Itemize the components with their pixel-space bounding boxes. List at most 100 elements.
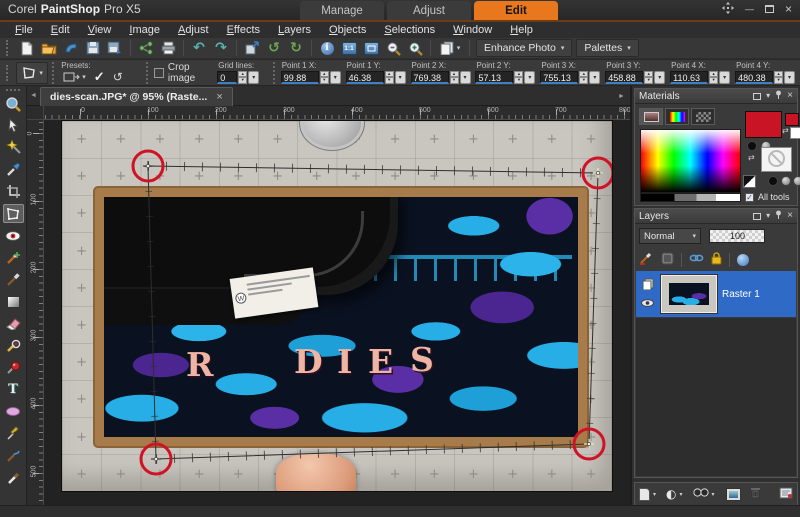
color-picker-gradient[interactable]: [640, 129, 741, 193]
grid-lines-input[interactable]: 0: [217, 71, 237, 84]
palettes-button[interactable]: Palettes▾: [576, 39, 638, 57]
panel-close-icon[interactable]: ×: [787, 91, 793, 101]
layers-header[interactable]: Layers ▾ ×: [635, 209, 797, 224]
rotate-right-icon[interactable]: ↻: [285, 39, 307, 57]
pan-zoom-tool[interactable]: [3, 94, 24, 113]
presets-dropdown[interactable]: ▾: [60, 71, 89, 83]
flood-fill-tool[interactable]: [3, 292, 24, 311]
pen-tool[interactable]: [3, 424, 24, 443]
panel-menu-icon[interactable]: ▾: [766, 212, 770, 220]
grid-lines-slider-button[interactable]: ▾: [248, 71, 259, 84]
rotate-left-icon[interactable]: ↺: [263, 39, 285, 57]
perspective-correction-tool[interactable]: [3, 204, 24, 223]
background-material-swatch[interactable]: [761, 147, 792, 172]
maximize-button[interactable]: [765, 5, 774, 13]
picture-tube-tool[interactable]: [3, 358, 24, 377]
fit-window-icon[interactable]: [360, 39, 382, 57]
foreground-material-swatch[interactable]: [745, 111, 782, 138]
point2y-input[interactable]: 57.13: [475, 71, 513, 84]
point3y-input[interactable]: 458.88: [605, 71, 643, 84]
print-icon[interactable]: [157, 39, 179, 57]
tab-adjust[interactable]: Adjust: [387, 1, 471, 20]
background-color-chip[interactable]: [790, 127, 800, 139]
edit-script-icon[interactable]: [779, 487, 793, 502]
redo-icon[interactable]: ↷: [210, 39, 232, 57]
toolbar-grip[interactable]: [6, 40, 12, 56]
canvas-viewport[interactable]: ++++++++++++++++++++++++++++++++++++++++…: [44, 120, 630, 505]
image-info-icon[interactable]: i: [316, 39, 338, 57]
menu-window[interactable]: Window: [444, 24, 501, 37]
panel-frame-icon[interactable]: [753, 93, 761, 100]
layer-effects-icon[interactable]: [737, 254, 749, 266]
materials-header[interactable]: Materials ▾ ×: [635, 89, 797, 104]
photo-canvas[interactable]: ++++++++++++++++++++++++++++++++++++++++…: [62, 121, 612, 491]
menu-layers[interactable]: Layers: [269, 24, 320, 37]
menu-objects[interactable]: Objects: [320, 24, 375, 37]
selection-wand-tool[interactable]: [3, 138, 24, 157]
lock-icon[interactable]: [711, 252, 722, 268]
menu-help[interactable]: Help: [501, 24, 542, 37]
layer-thumbnail[interactable]: [661, 275, 717, 313]
menu-file[interactable]: File: [6, 24, 42, 37]
new-layer-icon[interactable]: [639, 488, 650, 501]
foreground-color-chip[interactable]: [785, 113, 799, 126]
all-tools-checkbox[interactable]: ✓: [745, 193, 754, 202]
rainbow-tab[interactable]: [665, 108, 689, 125]
document-tab[interactable]: dies-scan.JPG* @ 95% (Raste... ×: [40, 87, 233, 106]
visibility-eye-icon[interactable]: [641, 298, 654, 310]
point1x-input[interactable]: 99.88: [281, 71, 319, 84]
blend-mode-dropdown[interactable]: Normal ▾: [639, 228, 701, 244]
options-grip[interactable]: [6, 65, 12, 81]
new-image-icon[interactable]: [16, 39, 38, 57]
new-mask-layer-icon[interactable]: [693, 488, 709, 500]
corner-handle-1[interactable]: [133, 151, 163, 181]
share-icon[interactable]: [135, 39, 157, 57]
move-window-icon[interactable]: [722, 2, 734, 17]
current-tool-button[interactable]: ▾: [16, 62, 49, 84]
pick-tool[interactable]: [3, 116, 24, 135]
background-eraser-tool[interactable]: [3, 336, 24, 355]
tab-scroll-left-icon[interactable]: ◄: [27, 88, 40, 104]
close-button[interactable]: ×: [785, 4, 792, 14]
layer-row-raster1[interactable]: Raster 1: [636, 271, 796, 317]
menu-image[interactable]: Image: [120, 24, 169, 37]
swatches-tab[interactable]: [691, 108, 715, 125]
grayscale-strip[interactable]: [640, 193, 741, 202]
gradient-style-swatch[interactable]: [743, 175, 756, 188]
new-adjustment-layer-icon[interactable]: ◐: [666, 488, 676, 500]
open-file-icon[interactable]: [38, 39, 60, 57]
red-eye-tool[interactable]: [3, 226, 24, 245]
menu-adjust[interactable]: Adjust: [169, 24, 218, 37]
corner-handle-4[interactable]: [141, 444, 171, 474]
preset-shape-tool[interactable]: [3, 402, 24, 421]
makeover-tool[interactable]: [3, 248, 24, 267]
zoom-in-icon[interactable]: [404, 39, 426, 57]
dropper-tool[interactable]: [3, 160, 24, 179]
tab-edit[interactable]: Edit: [474, 1, 558, 20]
save-icon[interactable]: [82, 39, 104, 57]
undo-icon[interactable]: ↶: [188, 39, 210, 57]
apply-button[interactable]: ✓: [89, 69, 110, 85]
zoom-out-icon[interactable]: [382, 39, 404, 57]
delete-layer-icon[interactable]: [750, 486, 761, 502]
frame-tab[interactable]: [639, 108, 663, 125]
swap-colors-icon[interactable]: ⇄: [782, 126, 789, 135]
swap-materials-icon[interactable]: ⇄: [748, 153, 755, 162]
warp-brush-tool[interactable]: [3, 446, 24, 465]
scan-acquire-icon[interactable]: [60, 39, 82, 57]
document-close-icon[interactable]: ×: [216, 91, 222, 103]
menu-selections[interactable]: Selections: [375, 24, 444, 37]
oil-brush-tool[interactable]: [3, 468, 24, 487]
paint-brush-tool[interactable]: [3, 270, 24, 289]
bg-color-style-button[interactable]: [768, 176, 778, 186]
crop-image-checkbox[interactable]: [154, 68, 164, 78]
opacity-slider[interactable]: 100: [709, 229, 765, 243]
point3x-input[interactable]: 755.13: [540, 71, 578, 84]
link-layers-icon[interactable]: [689, 252, 704, 267]
panel-pin-icon[interactable]: [775, 210, 782, 222]
point4y-input[interactable]: 480.38: [735, 71, 773, 84]
mask-icon[interactable]: [661, 252, 674, 268]
bg-texture-style-button[interactable]: [781, 176, 791, 186]
layer-name[interactable]: Raster 1: [722, 289, 760, 300]
point2x-input[interactable]: 769.38: [411, 71, 449, 84]
